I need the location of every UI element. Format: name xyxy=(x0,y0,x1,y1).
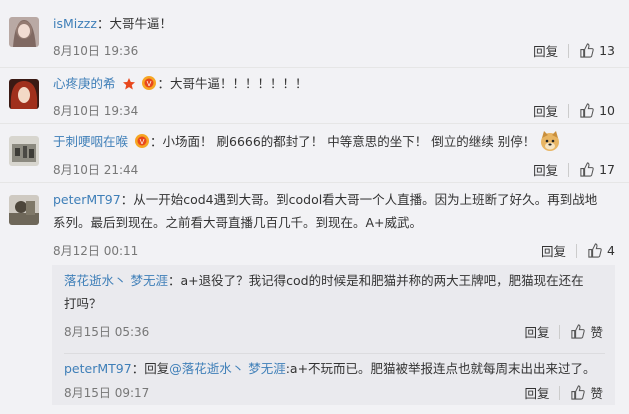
reply-text: :a+不玩而已。肥猫被举报连点也就每周末出出来过了。 xyxy=(285,361,596,376)
reply-button[interactable]: 回复 xyxy=(524,322,549,341)
reply-button[interactable]: 回复 xyxy=(533,101,558,120)
star-badge-icon xyxy=(122,78,135,90)
thumbs-up-icon xyxy=(571,385,586,400)
thumbs-up-icon xyxy=(588,243,602,258)
username-link[interactable]: isMizzz xyxy=(53,16,97,31)
avatar[interactable] xyxy=(9,17,39,47)
comment-time: 8月10日 21:44 xyxy=(53,163,139,177)
username-link[interactable]: 心疼庚的希 xyxy=(53,76,116,91)
like-button[interactable]: 赞 xyxy=(570,383,603,402)
svg-text:V: V xyxy=(147,80,152,88)
like-button[interactable]: 4 xyxy=(587,243,615,258)
comment-item: 于刺哽咽在喉 V ：小场面！ 刷6666的都封了！ 中等意思的坐下！ 倒立的继续 … xyxy=(0,124,629,183)
mention-link[interactable]: @落花逝水丶 梦无涯 xyxy=(169,361,285,376)
avatar[interactable] xyxy=(9,79,39,109)
like-count: 10 xyxy=(599,103,615,118)
reply-button[interactable]: 回复 xyxy=(533,160,558,179)
username-link[interactable]: peterMT97 xyxy=(64,361,132,376)
like-label: 赞 xyxy=(590,386,603,401)
comment-text: 大哥牛逼！！！！！！！ xyxy=(170,76,308,91)
username-link[interactable]: peterMT97 xyxy=(53,192,121,207)
thumbs-up-icon xyxy=(580,43,594,58)
comment-text-continued: 系列。最后到现在。之前看大哥直播几百几千。到现在。A+威武。 xyxy=(53,215,423,230)
reply-text-continued: 打吗？ xyxy=(64,296,102,311)
like-count: 17 xyxy=(599,162,615,177)
comment-time: 8月10日 19:36 xyxy=(53,44,139,58)
username-link[interactable]: 于刺哽咽在喉 xyxy=(53,134,128,149)
reply-text: a+退役了？我记得cod的时候是和肥猫并称的两大王牌吧，肥猫现在还在 xyxy=(180,273,584,288)
reply-time: 8月15日 05:36 xyxy=(64,325,150,339)
avatar[interactable] xyxy=(9,195,39,225)
reply-time: 8月15日 09:17 xyxy=(64,386,150,400)
comment-item: 心疼庚的希 V ：大哥牛逼！！！！！！！ 8月10日 19:34 回复 10 xyxy=(0,68,629,124)
thumbs-up-icon xyxy=(580,162,594,177)
thumbs-up-icon xyxy=(571,324,586,339)
comment-time: 8月10日 19:34 xyxy=(53,104,139,118)
reply-divider xyxy=(64,353,605,354)
like-button[interactable]: 17 xyxy=(579,162,615,177)
reply-thread: 落花逝水丶 梦无涯：a+退役了？我记得cod的时候是和肥猫并称的两大王牌吧，肥猫… xyxy=(52,265,615,405)
vip-badge-icon: V xyxy=(135,134,149,148)
comment-text: 从一开始cod4遇到大哥。到codol看大哥一个人直播。因为上班断了好久。再到战… xyxy=(133,192,598,207)
thumbs-up-icon xyxy=(580,103,594,118)
reply-button[interactable]: 回复 xyxy=(533,41,558,60)
like-button[interactable]: 10 xyxy=(579,103,615,118)
reply-button[interactable]: 回复 xyxy=(541,241,566,260)
like-button[interactable]: 13 xyxy=(579,43,615,58)
comment-text: 小场面！ 刷6666的都封了！ 中等意思的坐下！ 倒立的继续 别停！ xyxy=(162,134,536,149)
like-count: 13 xyxy=(599,43,615,58)
like-button[interactable]: 赞 xyxy=(570,322,603,341)
reply-item: peterMT97：回复@落花逝水丶 梦无涯:a+不玩而已。肥猫被举报连点也就每… xyxy=(64,361,603,402)
reply-item: 落花逝水丶 梦无涯：a+退役了？我记得cod的时候是和肥猫并称的两大王牌吧，肥猫… xyxy=(64,273,603,341)
comment-text: 大哥牛逼！ xyxy=(109,16,172,31)
comment-time: 8月12日 00:11 xyxy=(53,244,139,258)
username-link[interactable]: 落花逝水丶 梦无涯 xyxy=(64,273,168,288)
like-count: 4 xyxy=(607,243,615,258)
doge-emoji-icon xyxy=(541,131,560,151)
like-label: 赞 xyxy=(590,325,603,340)
comment-item: peterMT97：从一开始cod4遇到大哥。到codol看大哥一个人直播。因为… xyxy=(0,183,629,414)
reply-button[interactable]: 回复 xyxy=(524,383,549,402)
vip-badge-icon: V xyxy=(142,76,157,90)
comment-list: isMizzz：大哥牛逼！ 8月10日 19:36 回复 13 心疼庚的希 V：… xyxy=(0,0,629,414)
comment-item: isMizzz：大哥牛逼！ 8月10日 19:36 回复 13 xyxy=(0,0,629,68)
svg-text:V: V xyxy=(140,138,145,146)
avatar[interactable] xyxy=(9,136,39,166)
